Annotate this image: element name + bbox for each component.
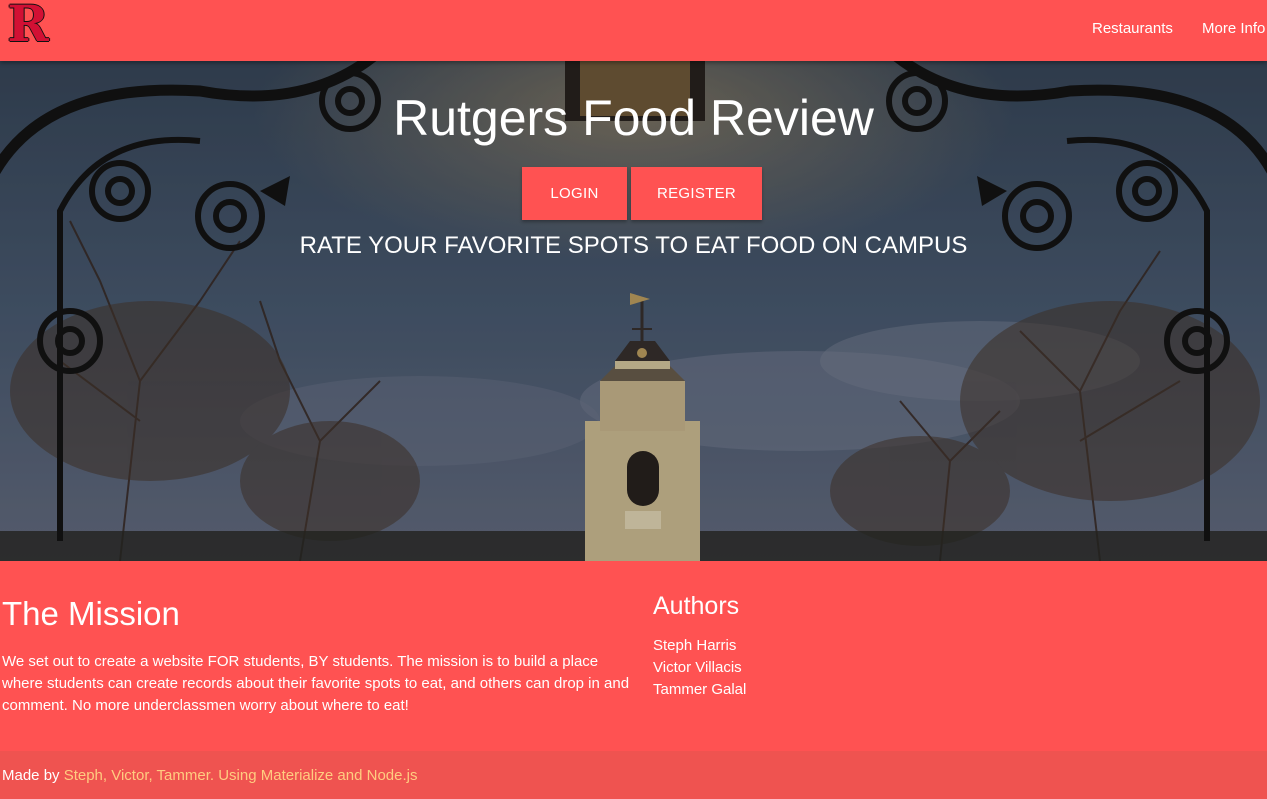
authors-list: Steph Harris Victor Villacis Tammer Gala… bbox=[653, 635, 746, 701]
footer-credit-link[interactable]: Steph, Victor, Tammer. Using Materialize… bbox=[64, 767, 418, 784]
author-item: Steph Harris bbox=[653, 637, 737, 654]
authors-heading: Authors bbox=[653, 592, 740, 620]
mission-text: We set out to create a website FOR stude… bbox=[2, 653, 630, 714]
nav-link-restaurants[interactable]: Restaurants bbox=[1092, 20, 1173, 37]
about-section: The Mission We set out to create a websi… bbox=[0, 561, 1267, 751]
login-button[interactable]: LOGIN bbox=[522, 167, 627, 220]
navbar: R Restaurants More Info bbox=[0, 0, 1267, 61]
hero-tagline: RATE YOUR FAVORITE SPOTS TO EAT FOOD ON … bbox=[299, 232, 968, 259]
nav-link-more-info[interactable]: More Info bbox=[1202, 20, 1265, 37]
hero-banner: Rutgers Food Review LOGIN REGISTER RATE … bbox=[0, 61, 1267, 561]
footer: Made by Steph, Victor, Tammer. Using Mat… bbox=[0, 751, 1267, 799]
mission-heading: The Mission bbox=[2, 595, 180, 632]
author-item: Victor Villacis bbox=[653, 659, 742, 676]
footer-prefix: Made by bbox=[2, 767, 64, 784]
footer-text: Made by Steph, Victor, Tammer. Using Mat… bbox=[2, 767, 418, 784]
rutgers-logo-icon[interactable]: R bbox=[0, 0, 54, 49]
author-item: Tammer Galal bbox=[653, 681, 747, 698]
page-title: Rutgers Food Review bbox=[393, 90, 874, 146]
register-button[interactable]: REGISTER bbox=[631, 167, 762, 220]
